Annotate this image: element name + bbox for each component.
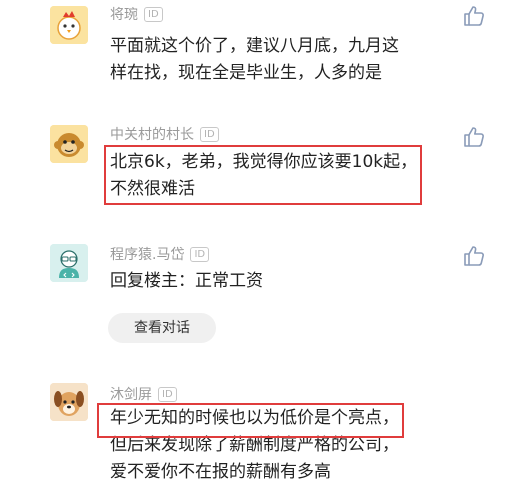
username[interactable]: 将琬 ID [110, 5, 163, 25]
username[interactable]: 中关村的村长 ID [110, 125, 219, 145]
comment-text: 平面就这个价了，建议八月底，九月这 样在找，现在全是毕业生，人多的是 [110, 33, 399, 87]
id-badge: ID [158, 387, 177, 402]
comment-line: 回复楼主：正常工资 [110, 271, 263, 291]
username-text[interactable]: 将琬 [110, 7, 138, 23]
comment-line: 样在找，现在全是毕业生，人多的是 [110, 63, 382, 83]
username-text[interactable]: 程序猿.马岱 [110, 247, 184, 263]
thumbs-up-icon[interactable] [462, 244, 486, 268]
thumbs-up-icon[interactable] [462, 125, 486, 149]
comment-text: 回复楼主：正常工资 [110, 268, 263, 295]
view-conversation-button[interactable]: 查看对话 [108, 313, 216, 343]
id-badge: ID [144, 7, 163, 22]
highlight-box [97, 403, 404, 438]
username[interactable]: 程序猿.马岱 ID [110, 245, 210, 265]
id-badge: ID [200, 127, 219, 142]
thumbs-up-icon[interactable] [462, 4, 486, 28]
comment-line: 爱不爱你不在报的薪酬有多高 [110, 462, 331, 482]
programmer-avatar-icon[interactable] [50, 244, 88, 282]
monkey-avatar-icon[interactable] [50, 125, 88, 163]
comment-line: 平面就这个价了，建议八月底，九月这 [110, 36, 399, 56]
username-text[interactable]: 中关村的村长 [110, 127, 194, 143]
chicken-avatar-icon[interactable] [50, 6, 88, 44]
highlight-box [104, 145, 422, 205]
dog-avatar-icon[interactable] [50, 383, 88, 421]
id-badge: ID [190, 247, 210, 262]
username[interactable]: 沐剑屏 ID [110, 385, 177, 405]
username-text[interactable]: 沐剑屏 [110, 387, 152, 403]
